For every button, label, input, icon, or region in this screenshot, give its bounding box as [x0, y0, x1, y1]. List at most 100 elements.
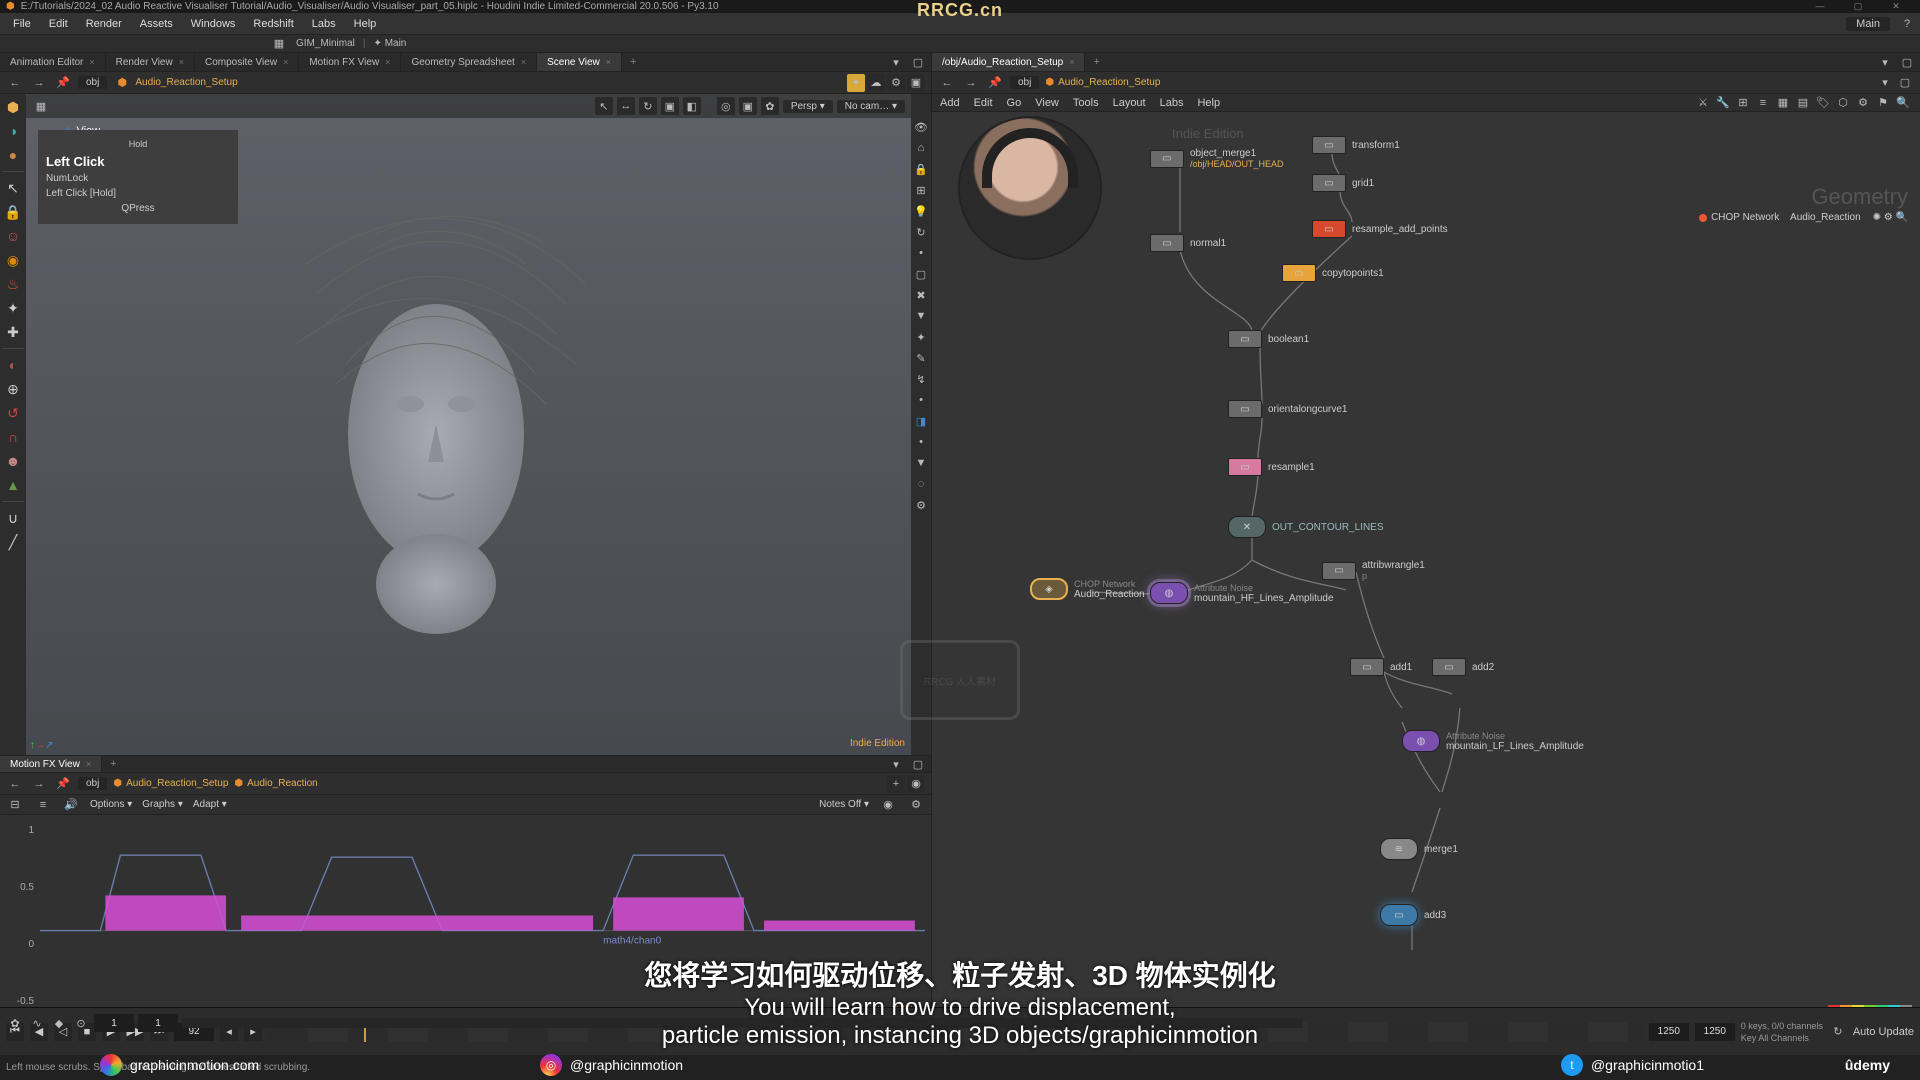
- fx-notes[interactable]: Notes Off ▾: [819, 799, 869, 810]
- node-grid1[interactable]: ▭grid1: [1312, 174, 1374, 192]
- node-mountain-hf[interactable]: ◍Attribute Noisemountain_HF_Lines_Amplit…: [1150, 582, 1334, 604]
- net-pin-icon[interactable]: 📌: [986, 74, 1004, 92]
- desktop-icon[interactable]: ▦: [270, 35, 288, 53]
- node-attribwrangle[interactable]: ▭attribwrangle1p: [1322, 560, 1425, 581]
- fx-gear-icon[interactable]: ⚙: [907, 796, 925, 814]
- fx-nav-chop[interactable]: Audio_Reaction: [247, 778, 318, 789]
- net-tab-add[interactable]: +: [1085, 56, 1107, 68]
- tool-light-icon[interactable]: ●: [2, 144, 24, 166]
- tool-line-icon[interactable]: ╱: [2, 531, 24, 553]
- rt-down-icon[interactable]: ▼: [912, 307, 930, 325]
- rt-lock-icon[interactable]: 🔒: [912, 160, 930, 178]
- desktop-name[interactable]: GIM_Minimal: [296, 38, 355, 49]
- net-view[interactable]: View: [1035, 97, 1059, 109]
- tab-add[interactable]: +: [622, 56, 644, 68]
- rt-gear-icon[interactable]: ⚙: [912, 496, 930, 514]
- tl-anim-icon[interactable]: ✿: [6, 1014, 24, 1032]
- node-transform1[interactable]: ▭transform1: [1312, 136, 1400, 154]
- node-add2[interactable]: ▭add2: [1432, 658, 1494, 676]
- node-resample-add[interactable]: ▭resample_add_points: [1312, 220, 1448, 238]
- nt-i7[interactable]: 🏷: [1814, 94, 1832, 112]
- fx-adapt[interactable]: Adapt ▾: [193, 799, 227, 810]
- vp-scale-icon[interactable]: ▣: [661, 97, 679, 115]
- nav-node[interactable]: Audio_Reaction_Setup: [135, 77, 237, 88]
- tool-arrow-icon[interactable]: ↖: [2, 177, 24, 199]
- tl-keyall[interactable]: Key All Channels: [1741, 1033, 1823, 1043]
- tl-snap-icon[interactable]: ⊙: [72, 1014, 90, 1032]
- take-icon[interactable]: ✦: [847, 74, 865, 92]
- rt-loop-icon[interactable]: ↻: [912, 223, 930, 241]
- net-dd-icon[interactable]: ▾: [1876, 74, 1894, 92]
- pane-max-icon[interactable]: ▢: [909, 53, 927, 71]
- nav-pin-icon[interactable]: 📌: [54, 74, 72, 92]
- rt-grid-icon[interactable]: ⊞: [912, 181, 930, 199]
- rt-mark-icon[interactable]: ◨: [912, 412, 930, 430]
- fx-tab-add[interactable]: +: [102, 758, 124, 770]
- menu-redshift[interactable]: Redshift: [244, 18, 302, 30]
- tool-misc1-icon[interactable]: ✦: [2, 297, 24, 319]
- net-fwd-icon[interactable]: →: [962, 74, 980, 92]
- menu-edit[interactable]: Edit: [40, 18, 77, 30]
- tool-terrain-icon[interactable]: ▲: [2, 474, 24, 496]
- net-root[interactable]: obj: [1010, 76, 1039, 89]
- node-copytopoints[interactable]: ▭copytopoints1: [1282, 264, 1384, 282]
- pane-menu-icon[interactable]: ▾: [887, 53, 905, 71]
- fx-back-icon[interactable]: ←: [6, 775, 24, 793]
- vp-shade-icon[interactable]: ◧: [683, 97, 701, 115]
- tab-motion-fx-view[interactable]: Motion FX View×: [299, 53, 401, 71]
- tool-char-icon[interactable]: ☺: [2, 225, 24, 247]
- tab-geometry-spreadsheet[interactable]: Geometry Spreadsheet×: [401, 53, 537, 71]
- fx-plus-icon[interactable]: +: [887, 775, 905, 793]
- tool-face-icon[interactable]: ☻: [2, 450, 24, 472]
- net-tools[interactable]: Tools: [1073, 97, 1099, 109]
- node-object-merge[interactable]: ▭object_merge1/obj/HEAD/OUT_HEAD: [1150, 148, 1284, 169]
- vp-gear-icon[interactable]: ✿: [761, 97, 779, 115]
- tab-render-view[interactable]: Render View×: [106, 53, 195, 71]
- tool-cup-icon[interactable]: ∪: [2, 507, 24, 529]
- tl-end[interactable]: 1250: [1649, 1023, 1689, 1041]
- rt-key-icon[interactable]: ↯: [912, 370, 930, 388]
- rt-ring-icon[interactable]: ◌: [912, 475, 930, 493]
- tl-curve-icon[interactable]: ∿: [28, 1014, 46, 1032]
- fx-pin-icon[interactable]: 📌: [54, 775, 72, 793]
- nt-i6[interactable]: ▤: [1794, 94, 1812, 112]
- cloud-icon[interactable]: ☁: [867, 74, 885, 92]
- rt-star-icon[interactable]: ✦: [912, 328, 930, 346]
- vp-eye-icon[interactable]: ◎: [717, 97, 735, 115]
- net-pane-max-icon[interactable]: ▢: [1898, 53, 1916, 71]
- nt-flag-icon[interactable]: ⚑: [1874, 94, 1892, 112]
- maximize-button[interactable]: ▢: [1840, 1, 1876, 12]
- tl-auto[interactable]: Auto Update: [1853, 1026, 1914, 1038]
- node-merge1[interactable]: ≋merge1: [1380, 838, 1458, 860]
- menu-render[interactable]: Render: [77, 18, 131, 30]
- minimize-button[interactable]: —: [1802, 1, 1838, 12]
- fx-tab[interactable]: Motion FX View×: [0, 756, 102, 772]
- fx-pane-menu-icon[interactable]: ▾: [887, 755, 905, 773]
- net-max-icon[interactable]: ▢: [1896, 74, 1914, 92]
- node-orientalongcurve[interactable]: ▭orientalongcurve1: [1228, 400, 1348, 418]
- node-out-contour[interactable]: ✕OUT_CONTOUR_LINES: [1228, 516, 1384, 538]
- fx-graphs[interactable]: Graphs ▾: [142, 799, 183, 810]
- nav-back-icon[interactable]: ←: [6, 74, 24, 92]
- node-mountain-lf[interactable]: ◍Attribute Noisemountain_LF_Lines_Amplit…: [1402, 730, 1584, 752]
- rt-box-icon[interactable]: ▢: [912, 265, 930, 283]
- tool-magnet-icon[interactable]: ∩: [2, 426, 24, 448]
- tool-rig-icon[interactable]: ◐: [2, 354, 24, 376]
- fx-rec-icon[interactable]: ◉: [879, 796, 897, 814]
- vp-translate-icon[interactable]: ↔: [617, 97, 635, 115]
- rt-pen-icon[interactable]: ✎: [912, 349, 930, 367]
- rt-home-icon[interactable]: ⌂: [912, 139, 930, 157]
- tl-end2[interactable]: 1250: [1695, 1023, 1735, 1041]
- node-boolean1[interactable]: ▭boolean1: [1228, 330, 1309, 348]
- tool-select-icon[interactable]: ⬢: [2, 96, 24, 118]
- tab-composite-view[interactable]: Composite View×: [195, 53, 299, 71]
- rt-eye-icon[interactable]: 👁: [912, 118, 930, 136]
- chop-indicator[interactable]: CHOP Network Audio_Reaction ✺ ⚙ 🔍: [1699, 212, 1908, 223]
- net-add[interactable]: Add: [940, 97, 960, 109]
- node-resample1[interactable]: ▭resample1: [1228, 458, 1315, 476]
- tl-loop-icon[interactable]: ↻: [1829, 1023, 1847, 1041]
- rt-dot3-icon[interactable]: •: [912, 433, 930, 451]
- tool-scope-icon[interactable]: ◑: [2, 120, 24, 142]
- net-back-icon[interactable]: ←: [938, 74, 956, 92]
- nt-i5[interactable]: ▦: [1774, 94, 1792, 112]
